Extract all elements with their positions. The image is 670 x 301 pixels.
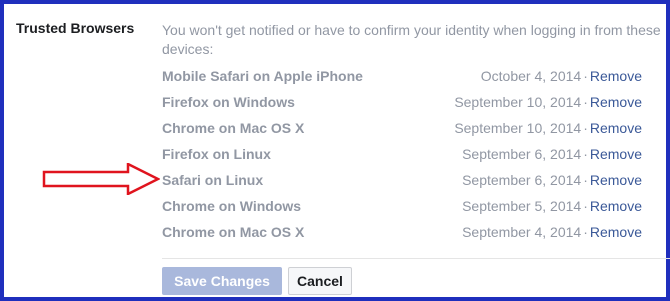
device-meta: September 6, 2014 · Remove bbox=[462, 146, 642, 162]
device-name: Chrome on Mac OS X bbox=[162, 224, 305, 240]
device-row: Chrome on Windows September 5, 2014 · Remov… bbox=[162, 196, 642, 222]
separator: · bbox=[583, 172, 588, 188]
separator: · bbox=[583, 94, 588, 110]
device-meta: September 5, 2014 · Remove bbox=[462, 198, 642, 214]
section-description: You won't get notified or have to confir… bbox=[162, 22, 661, 57]
device-last-used-date: September 10, 2014 bbox=[454, 94, 582, 110]
remove-device-link[interactable]: Remove bbox=[590, 120, 642, 136]
device-last-used-date: September 6, 2014 bbox=[462, 146, 582, 162]
device-last-used-date: September 5, 2014 bbox=[462, 198, 582, 214]
section-title: Trusted Browsers bbox=[16, 20, 135, 36]
device-meta: September 4, 2014 · Remove bbox=[462, 224, 642, 240]
separator: · bbox=[583, 68, 588, 84]
device-row: Firefox on Linux September 6, 2014 · Remove bbox=[162, 144, 642, 170]
device-row: Chrome on Mac OS X September 4, 2014 · Remo… bbox=[162, 222, 642, 248]
remove-device-link[interactable]: Remove bbox=[590, 68, 642, 84]
device-row: Firefox on Windows September 10, 2014 · Rem… bbox=[162, 92, 642, 118]
separator: · bbox=[583, 146, 588, 162]
device-meta: September 6, 2014 · Remove bbox=[462, 172, 642, 188]
separator: · bbox=[583, 198, 588, 214]
red-outline-arrow-icon bbox=[42, 163, 160, 195]
device-row: Safari on Linux September 6, 2014 · Remove bbox=[162, 170, 642, 196]
device-last-used-date: September 10, 2014 bbox=[454, 120, 582, 136]
device-name: Firefox on Linux bbox=[162, 146, 271, 162]
separator: · bbox=[583, 224, 588, 240]
cancel-button[interactable]: Cancel bbox=[288, 267, 352, 295]
trusted-device-list: Mobile Safari on Apple iPhone October 4, … bbox=[162, 66, 642, 248]
remove-device-link[interactable]: Remove bbox=[590, 146, 642, 162]
device-meta: September 10, 2014 · Remove bbox=[454, 94, 642, 110]
device-name: Chrome on Mac OS X bbox=[162, 120, 305, 136]
remove-device-link[interactable]: Remove bbox=[590, 172, 642, 188]
remove-device-link[interactable]: Remove bbox=[590, 94, 642, 110]
device-row: Mobile Safari on Apple iPhone October 4, … bbox=[162, 66, 642, 92]
device-name: Chrome on Windows bbox=[162, 198, 302, 214]
settings-panel: Trusted Browsers You won't get notified … bbox=[0, 0, 670, 301]
device-last-used-date: September 6, 2014 bbox=[462, 172, 582, 188]
device-row: Chrome on Mac OS X September 10, 2014 · Rem… bbox=[162, 118, 642, 144]
device-last-used-date: September 4, 2014 bbox=[462, 224, 582, 240]
footer-divider bbox=[162, 258, 670, 259]
device-name: Safari on Linux bbox=[162, 172, 264, 188]
device-last-used-date: October 4, 2014 bbox=[480, 68, 582, 84]
device-name: Mobile Safari on Apple iPhone bbox=[162, 68, 363, 84]
device-meta: September 10, 2014 · Remove bbox=[454, 120, 642, 136]
device-meta: October 4, 2014 · Remove bbox=[481, 68, 642, 84]
remove-device-link[interactable]: Remove bbox=[590, 198, 642, 214]
separator: · bbox=[583, 120, 588, 136]
device-name: Firefox on Windows bbox=[162, 94, 295, 110]
save-changes-button[interactable]: Save Changes bbox=[162, 267, 282, 295]
remove-device-link[interactable]: Remove bbox=[590, 224, 642, 240]
